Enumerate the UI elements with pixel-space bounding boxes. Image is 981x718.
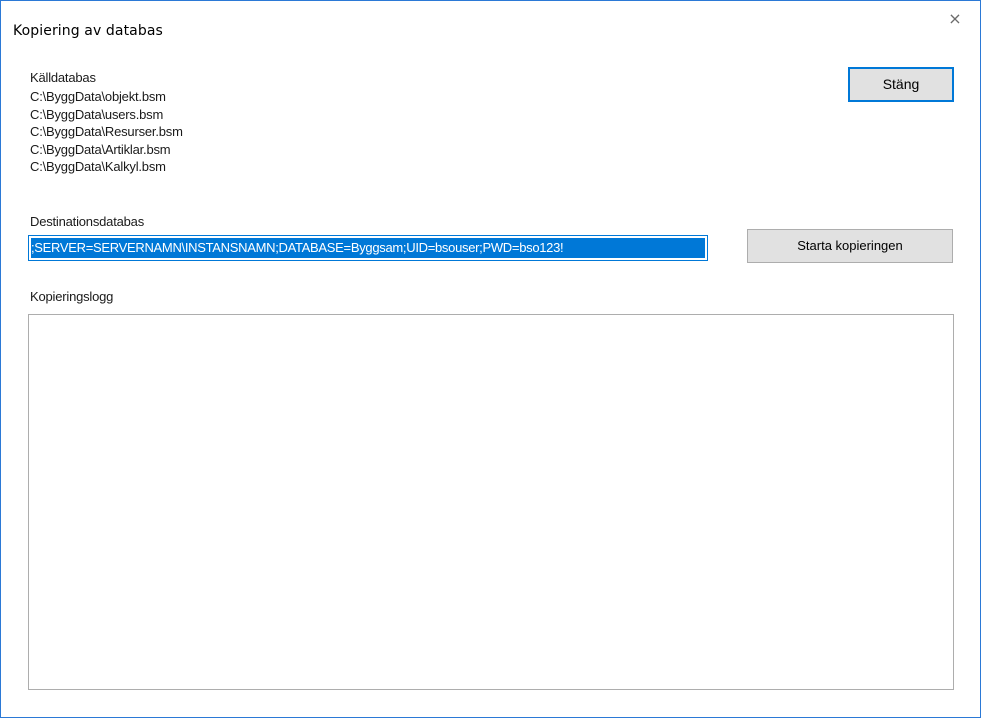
destination-connection-input[interactable]: ;SERVER=SERVERNAMN\INSTANSNAMN;DATABASE=… bbox=[28, 235, 708, 261]
destination-connection-value: ;SERVER=SERVERNAMN\INSTANSNAMN;DATABASE=… bbox=[31, 238, 705, 258]
source-database-label: Källdatabas bbox=[30, 70, 96, 85]
source-file-list: C:\ByggData\objekt.bsm C:\ByggData\users… bbox=[30, 88, 183, 176]
source-file-item: C:\ByggData\Kalkyl.bsm bbox=[30, 159, 166, 174]
source-file-item: C:\ByggData\objekt.bsm bbox=[30, 89, 166, 104]
copy-log-textarea[interactable] bbox=[28, 314, 954, 690]
dialog-title: Kopiering av databas bbox=[13, 23, 163, 39]
source-file-item: C:\ByggData\Artiklar.bsm bbox=[30, 141, 171, 157]
destination-database-label: Destinationsdatabas bbox=[30, 214, 144, 229]
source-file-item: C:\ByggData\users.bsm bbox=[30, 106, 164, 122]
start-copy-button[interactable]: Starta kopieringen bbox=[747, 229, 953, 263]
copy-log-label: Kopieringslogg bbox=[30, 289, 114, 304]
close-button[interactable]: Stäng bbox=[848, 67, 954, 102]
source-file-item: C:\ByggData\Resurser.bsm bbox=[30, 124, 183, 139]
copy-database-dialog: Kopiering av databas × Källdatabas C:\By… bbox=[0, 0, 981, 718]
close-icon[interactable]: × bbox=[945, 9, 965, 29]
